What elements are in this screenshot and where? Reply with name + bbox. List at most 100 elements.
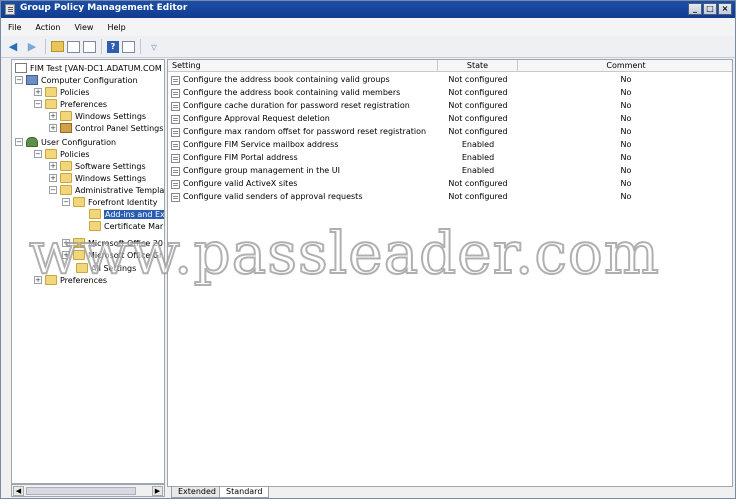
tree-item-label: Control Panel Settings [75,123,164,133]
menu-bar: File Action View Help [1,18,735,36]
setting-name: Configure valid ActiveX sites [183,179,298,188]
folder-icon [45,87,57,97]
forward-arrow-icon[interactable]: ▶ [24,39,40,55]
tree-item[interactable]: − Policies [34,148,90,160]
tree-item-selected[interactable]: Add-ins and Ex [89,208,164,220]
expand-icon[interactable]: + [34,88,42,96]
export-list-icon[interactable] [83,40,96,53]
collapse-icon[interactable]: − [15,76,23,84]
collapse-icon[interactable]: − [34,150,42,158]
setting-row[interactable]: Configure Approval Request deletion Not … [168,113,732,126]
folder-icon [45,275,57,285]
column-header-setting[interactable]: Setting [168,60,438,72]
folder-icon [73,238,85,248]
policy-setting-icon [171,154,180,163]
menu-view[interactable]: View [67,23,100,32]
tree-item[interactable]: FIM Test [VAN-DC1.ADATUM.COM [15,62,162,74]
tree-item-label: Preferences [60,275,108,285]
tree-item[interactable]: + Software Settings [49,160,146,172]
tree-item[interactable]: + Windows Settings [49,172,146,184]
tree-item-label: Microsoft Office 20 [88,238,164,248]
expand-icon[interactable]: + [49,174,57,182]
column-header-state[interactable]: State [438,60,518,72]
collapse-icon[interactable]: − [49,186,57,194]
toolbar-separator [45,39,46,54]
folder-icon [60,111,72,121]
tree-item[interactable]: − User Configuration [15,136,116,148]
maximize-button[interactable]: □ [703,3,717,15]
tree-item-label: All Settings [91,263,137,273]
tab-extended[interactable]: Extended [171,487,223,498]
tree-item[interactable]: − Forefront Identity [62,196,157,208]
expand-icon[interactable]: + [62,239,70,247]
folder-icon [73,197,85,207]
console-tree[interactable]: FIM Test [VAN-DC1.ADATUM.COM − Computer … [11,59,165,484]
setting-row[interactable]: Configure the address book containing va… [168,74,732,87]
setting-row[interactable]: Configure valid ActiveX sites Not config… [168,178,732,191]
setting-row[interactable]: Configure valid senders of approval requ… [168,191,732,204]
scroll-thumb[interactable] [26,487,136,495]
scroll-left-icon[interactable]: ◀ [13,486,24,496]
back-arrow-icon[interactable]: ◀ [5,39,21,55]
policy-setting-icon [171,167,180,176]
collapse-icon[interactable]: − [62,198,70,206]
gpme-window: Group Policy Management Editor _ □ × Fil… [0,0,736,499]
column-header-comment[interactable]: Comment [518,60,732,72]
setting-row[interactable]: Configure max random offset for password… [168,126,732,139]
tree-item-label: Administrative Templat [75,185,165,195]
expand-icon[interactable]: + [62,251,70,259]
expand-icon[interactable]: + [49,162,57,170]
properties-icon[interactable] [122,40,135,53]
tree-horizontal-scrollbar[interactable]: ◀ ▶ [11,484,165,497]
policy-setting-icon [171,128,180,137]
setting-state: Not configured [448,88,508,97]
tree-item[interactable]: + Control Panel Settings [49,122,163,134]
tab-standard[interactable]: Standard [219,487,270,498]
tree-item-label: Windows Settings [75,111,147,121]
tree-item[interactable]: + Preferences [34,274,107,286]
minimize-button[interactable]: _ [688,3,702,15]
expand-icon[interactable]: + [49,124,57,132]
tree-item[interactable]: − Computer Configuration [15,74,138,86]
expand-icon[interactable]: + [49,112,57,120]
menu-file[interactable]: File [1,23,28,32]
policy-setting-icon [171,102,180,111]
gpo-icon [15,63,27,73]
close-button[interactable]: × [718,3,732,15]
menu-help[interactable]: Help [100,23,132,32]
collapse-icon[interactable]: − [15,138,23,146]
tree-item-label: Microsoft Office Gr [88,250,163,260]
tree-item[interactable]: + Policies [34,86,90,98]
setting-comment: No [620,179,632,188]
collapse-icon[interactable]: − [34,100,42,108]
tree-item[interactable]: + Microsoft Office Gr [62,249,162,261]
setting-row[interactable]: Configure the address book containing va… [168,87,732,100]
tree-item[interactable]: − Administrative Templat [49,184,165,196]
setting-name: Configure valid senders of approval requ… [183,192,363,201]
show-hide-tree-icon[interactable] [67,40,80,53]
tree-item[interactable]: + Windows Settings [49,110,146,122]
setting-row[interactable]: Configure FIM Portal address Enabled No [168,152,732,165]
setting-name: Configure Approval Request deletion [183,114,330,123]
window-controls: _ □ × [688,3,732,15]
setting-name: Configure the address book containing va… [183,75,390,84]
setting-state: Not configured [448,179,508,188]
setting-name: Configure group management in the UI [183,166,340,175]
tree-item[interactable]: Certificate Mar [89,220,163,232]
tree-item-label: FIM Test [VAN-DC1.ADATUM.COM [30,63,162,73]
filter-icon[interactable]: ▿ [146,39,162,55]
tree-item[interactable]: All Settings [76,262,136,274]
menu-action[interactable]: Action [28,23,67,32]
setting-comment: No [620,114,632,123]
tree-item[interactable]: + Microsoft Office 20 [62,237,163,249]
setting-row[interactable]: Configure cache duration for password re… [168,100,732,113]
setting-row[interactable]: Configure group management in the UI Ena… [168,165,732,178]
tree-item[interactable]: − Preferences [34,98,107,110]
setting-state: Not configured [448,192,508,201]
help-icon[interactable]: ? [107,40,119,53]
policy-setting-icon [171,76,180,85]
expand-icon[interactable]: + [34,276,42,284]
scroll-right-icon[interactable]: ▶ [152,486,163,496]
setting-row[interactable]: Configure FIM Service mailbox address En… [168,139,732,152]
up-folder-icon[interactable] [51,41,64,52]
